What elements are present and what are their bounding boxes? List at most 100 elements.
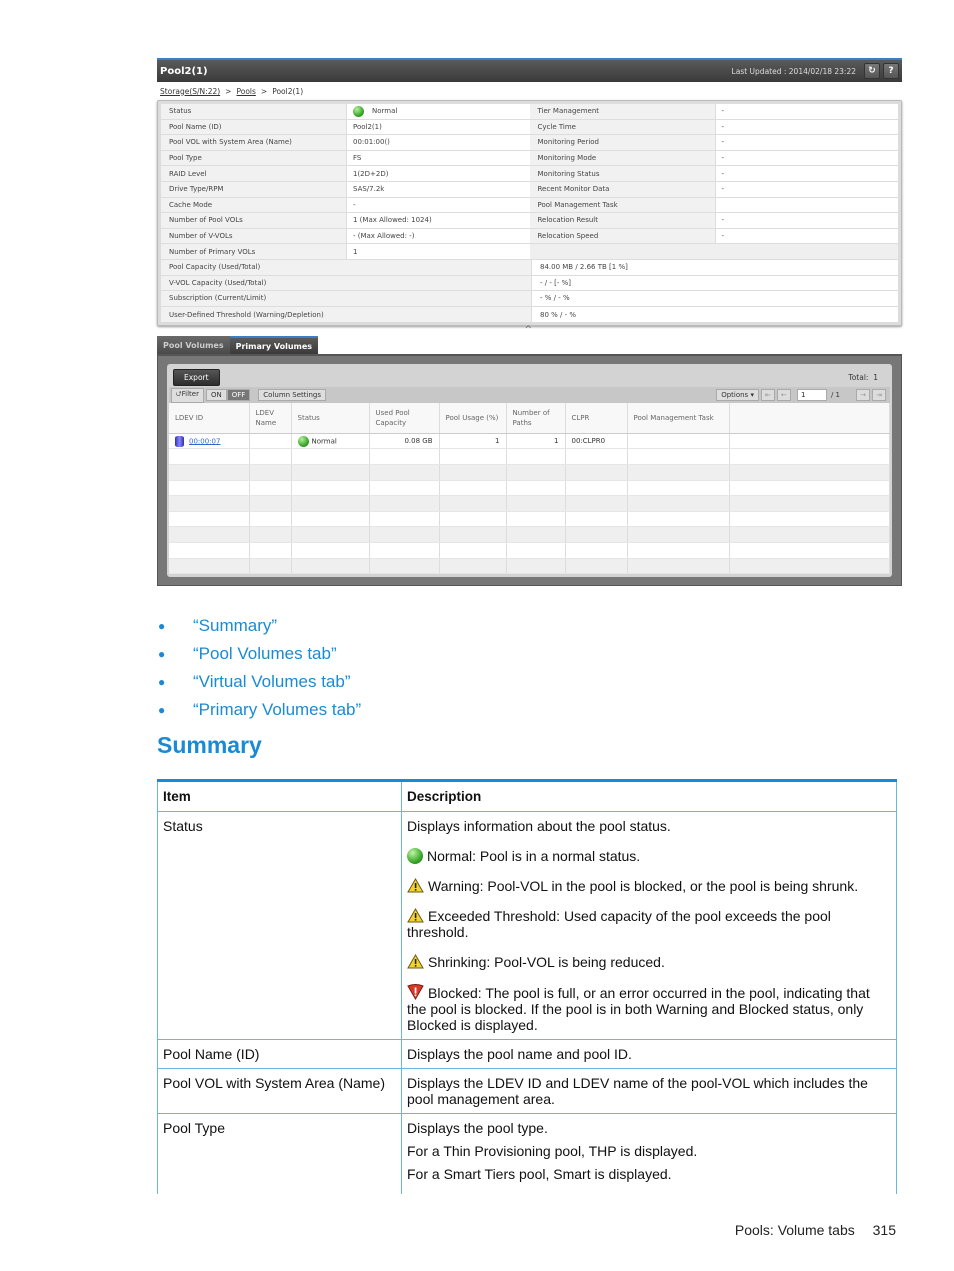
prev-page-icon: ← [781, 391, 787, 400]
summary-label: V-VOL Capacity (Used/Total) [161, 275, 532, 291]
summary-label: Pool Capacity (Used/Total) [161, 259, 532, 275]
summary-label: Pool Name (ID) [161, 119, 347, 135]
column-header[interactable]: LDEV Name [249, 403, 292, 434]
summary-value: - [715, 181, 898, 197]
summary-row: Recent Monitor Data - [529, 181, 898, 198]
bullet-icon: ● [158, 675, 166, 689]
first-page-button[interactable]: ⇤ [760, 389, 775, 402]
summary-label: Number of V-VOLs [161, 228, 347, 244]
empty-row [169, 495, 890, 512]
help-button[interactable]: ? [883, 63, 899, 79]
column-header[interactable]: Used Pool Capacity [369, 403, 440, 434]
summary-row-empty [529, 244, 898, 260]
last-page-icon: ⇥ [876, 391, 882, 400]
table-row[interactable]: 00:00:07 Normal 0.08 GB 1 1 00:CLPR0 [169, 433, 890, 450]
filter-off-toggle[interactable]: OFF [226, 389, 251, 402]
window-titlebar: Pool2(1) Last Updated : 2014/02/18 23:22… [157, 58, 902, 82]
empty-row [169, 542, 890, 559]
page-number-input[interactable]: 1 [796, 389, 827, 402]
pool-summary-panel: Status Normal Pool Name (ID) Pool2(1) Pool… [157, 100, 902, 327]
volume-icon [175, 435, 184, 447]
page-footer: Pools: Volume tabs 315 [735, 1222, 896, 1238]
task-cell [627, 433, 730, 450]
description-cell: Displays information about the pool stat… [401, 811, 897, 1040]
summary-label: Pool VOL with System Area (Name) [161, 135, 347, 150]
primary-volumes-table: LDEV ID LDEV Name Status Used Pool Capac… [169, 403, 890, 575]
summary-label: Monitoring Status [529, 166, 716, 181]
blocked-icon [407, 984, 424, 1000]
filter-button[interactable]: ⮍Filter [171, 387, 204, 403]
summary-value: - % / - % [532, 291, 898, 306]
next-page-button[interactable]: → [856, 389, 870, 402]
ldev-name-cell [249, 433, 292, 450]
summary-value: 1 (Max Allowed: 1024) [347, 213, 530, 228]
breadcrumb-separator: > [225, 86, 232, 96]
tab-pool-volumes[interactable]: Pool Volumes [157, 336, 230, 355]
collapse-caret-icon[interactable]: ^ [157, 326, 902, 336]
summary-wide-row: Pool Capacity (Used/Total) 84.00 MB / 2.6… [161, 259, 898, 276]
empty-row [169, 464, 890, 481]
list-item: ● “Primary Volumes tab” [157, 696, 361, 724]
filter-toolbar: ⮍Filter ON OFF Column Settings Options ▾… [169, 387, 890, 404]
refresh-button[interactable]: ↻ [864, 63, 880, 79]
summary-wide-row: User-Defined Threshold (Warning/Depletio… [161, 306, 898, 323]
summary-left-column: Status Normal Pool Name (ID) Pool2(1) Pool… [161, 104, 530, 260]
summary-value: - [715, 150, 898, 166]
last-page-button[interactable]: ⇥ [872, 389, 886, 402]
total-count: Total: 1 [848, 372, 878, 382]
table-row: Status Displays information about the po… [157, 811, 897, 1040]
last-updated: Last Updated : 2014/02/18 23:22 [731, 66, 856, 76]
page-number: 315 [872, 1222, 896, 1238]
paths-cell: 1 [506, 433, 566, 450]
header-description: Description [401, 780, 897, 812]
summary-label: User-Defined Threshold (Warning/Depletio… [161, 306, 532, 323]
empty-row [169, 448, 890, 465]
summary-row: RAID Level 1(2D+2D) [161, 166, 530, 182]
column-header[interactable]: Number of Paths [506, 403, 566, 434]
list-item: ● “Summary” [157, 612, 361, 640]
summary-value: Pool2(1) [347, 119, 530, 135]
link-summary[interactable]: “Summary” [193, 616, 277, 636]
column-header[interactable]: LDEV ID [169, 403, 250, 434]
tab-primary-volumes[interactable]: Primary Volumes [229, 336, 319, 355]
normal-status-icon [407, 848, 423, 864]
prev-page-button[interactable]: ← [776, 389, 791, 402]
ldev-id-link[interactable]: 00:00:07 [189, 437, 220, 445]
summary-value: - [347, 197, 530, 213]
column-header[interactable]: CLPR [565, 403, 628, 434]
breadcrumb-storage[interactable]: Storage(S/N:22) [160, 87, 220, 96]
column-settings-button[interactable]: Column Settings [258, 389, 327, 402]
link-primary-volumes-tab[interactable]: “Primary Volumes tab” [193, 700, 361, 720]
summary-value: - [715, 135, 898, 150]
summary-label: Cycle Time [529, 119, 716, 135]
column-header[interactable]: Pool Usage (%) [439, 403, 507, 434]
filter-on-toggle[interactable]: ON [205, 389, 227, 402]
description-cell: Displays the LDEV ID and LDEV name of th… [401, 1068, 897, 1114]
bullet-icon: ● [158, 703, 166, 717]
summary-value: - [715, 228, 898, 244]
summary-row: Pool Name (ID) Pool2(1) [161, 119, 530, 136]
item-cell: Pool Type [157, 1113, 402, 1194]
summary-label: Number of Primary VOLs [161, 244, 347, 259]
column-header[interactable]: Pool Management Task [627, 403, 730, 434]
summary-label: RAID Level [161, 166, 347, 181]
summary-row: Pool Management Task [529, 197, 898, 214]
column-header[interactable]: Status [291, 403, 370, 434]
breadcrumb-pools[interactable]: Pools [236, 87, 255, 96]
list-item: ● “Pool Volumes tab” [157, 640, 361, 668]
link-pool-volumes-tab[interactable]: “Pool Volumes tab” [193, 644, 337, 664]
export-button[interactable]: Export [173, 368, 220, 386]
table-row: Pool VOL with System Area (Name) Display… [157, 1068, 897, 1114]
description-cell: Displays the pool type. For a Thin Provi… [401, 1113, 897, 1194]
summary-label: Status [161, 104, 347, 119]
summary-value: - / - [- %] [532, 275, 898, 291]
bullet-icon: ● [158, 647, 166, 661]
status-cell: Normal [311, 437, 337, 446]
options-button[interactable]: Options ▾ [716, 389, 759, 402]
window-title: Pool2(1) [160, 65, 208, 77]
next-page-icon: → [860, 391, 866, 400]
pool-usage-cell: 1 [439, 433, 507, 450]
link-virtual-volumes-tab[interactable]: “Virtual Volumes tab” [193, 672, 350, 692]
green-status-icon [353, 105, 364, 117]
summary-row: Tier Management - [529, 104, 898, 120]
